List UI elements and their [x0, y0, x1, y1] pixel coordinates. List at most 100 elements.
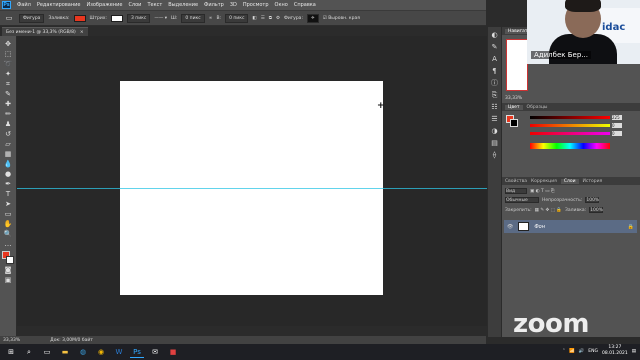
- navigator-thumbnail[interactable]: [506, 39, 528, 91]
- volume-icon[interactable]: 🔊: [579, 349, 585, 354]
- close-icon[interactable]: ×: [80, 30, 84, 35]
- magic-wand-icon[interactable]: ✦: [2, 69, 14, 79]
- other-app-icon[interactable]: ■: [166, 346, 180, 358]
- path-select-icon[interactable]: ➤: [2, 199, 14, 209]
- stroke-style-select[interactable]: —— ▾: [154, 16, 167, 21]
- menu-image[interactable]: Изображение: [86, 2, 122, 8]
- fill-swatch[interactable]: [73, 14, 86, 22]
- shape-tool-icon[interactable]: ▭: [3, 13, 15, 23]
- color-tab[interactable]: Цвет: [505, 104, 523, 110]
- color-swatches[interactable]: [2, 251, 14, 265]
- photoshop-taskbar-icon[interactable]: Ps: [130, 346, 144, 358]
- color-spectrum[interactable]: [530, 143, 610, 149]
- menu-view[interactable]: Просмотр: [243, 2, 269, 8]
- color-bg-swatch[interactable]: [510, 119, 518, 127]
- green-value[interactable]: 0: [612, 123, 622, 128]
- red-slider[interactable]: [530, 116, 610, 119]
- paths-icon[interactable]: ⟠: [490, 151, 499, 160]
- blue-value[interactable]: 0: [612, 131, 622, 136]
- green-slider[interactable]: [530, 124, 610, 127]
- width-input[interactable]: 0 пикс: [181, 13, 205, 23]
- chrome-icon[interactable]: ◉: [94, 346, 108, 358]
- network-icon[interactable]: 📶: [569, 349, 575, 354]
- tool-presets-icon[interactable]: ☷: [490, 103, 499, 112]
- info-panel-icon[interactable]: ⓘ: [490, 79, 499, 88]
- adjustments-tab[interactable]: Коррекция: [531, 179, 557, 184]
- hand-tool-icon[interactable]: ✋: [2, 219, 14, 229]
- eraser-tool-icon[interactable]: ▱: [2, 139, 14, 149]
- menu-select[interactable]: Выделение: [168, 2, 198, 8]
- align-edges-checkbox[interactable]: ☑ Выровн. края: [323, 16, 360, 21]
- stamp-tool-icon[interactable]: ♟: [2, 119, 14, 129]
- character-panel-icon[interactable]: A: [490, 55, 499, 64]
- history-brush-icon[interactable]: ↺: [2, 129, 14, 139]
- menu-3d[interactable]: 3D: [230, 2, 237, 8]
- crop-tool-icon[interactable]: ⌗: [2, 79, 14, 89]
- clone-source-icon[interactable]: ⎘: [490, 91, 499, 100]
- windows-start-icon[interactable]: ⊞: [4, 346, 18, 358]
- task-view-icon[interactable]: ▭: [40, 346, 54, 358]
- healing-brush-icon[interactable]: ✚: [2, 99, 14, 109]
- history-panel-icon[interactable]: ◐: [490, 31, 499, 40]
- menu-window[interactable]: Окно: [275, 2, 288, 8]
- properties-tab[interactable]: Свойства: [505, 179, 527, 184]
- navigator-zoom[interactable]: 33,33%: [505, 96, 522, 101]
- eyedropper-icon[interactable]: ✎: [2, 89, 14, 99]
- document-tab[interactable]: Без имени-1 @ 33,3% (RGB/8) ×: [2, 27, 88, 36]
- menu-edit[interactable]: Редактирование: [37, 2, 81, 8]
- move-tool-icon[interactable]: ✥: [2, 39, 14, 49]
- menu-file[interactable]: Файл: [17, 2, 31, 8]
- marquee-tool-icon[interactable]: ⬚: [2, 49, 14, 59]
- fill-opacity-input[interactable]: 100%: [589, 207, 604, 213]
- styles-icon[interactable]: ▤: [490, 139, 499, 148]
- brush-presets-icon[interactable]: ✎: [490, 43, 499, 52]
- pen-tool-icon[interactable]: ✒: [2, 179, 14, 189]
- zoom-tool-icon[interactable]: 🔍: [2, 229, 14, 239]
- menu-filter[interactable]: Фильтр: [204, 2, 224, 8]
- path-align-icon[interactable]: ☰: [261, 16, 265, 21]
- menu-type[interactable]: Текст: [147, 2, 162, 8]
- adjustments-icon[interactable]: ◑: [490, 127, 499, 136]
- more-tools-icon[interactable]: …: [2, 239, 14, 249]
- paragraph-panel-icon[interactable]: ¶: [490, 67, 499, 76]
- blue-slider[interactable]: [530, 132, 610, 135]
- search-icon[interactable]: ⌕: [22, 346, 36, 358]
- filter-icons[interactable]: ▣ ◐ T ▭ ⎘: [530, 188, 555, 194]
- stroke-swatch[interactable]: [110, 14, 123, 22]
- status-zoom[interactable]: 33,33%: [3, 338, 20, 343]
- lasso-tool-icon[interactable]: ➰: [2, 59, 14, 69]
- tray-arrow-icon[interactable]: ˄: [563, 349, 565, 354]
- stroke-width-input[interactable]: 3 пикс: [126, 13, 151, 23]
- language-indicator[interactable]: ENG: [588, 349, 598, 354]
- path-arrange-icon[interactable]: ⧉: [269, 15, 272, 21]
- lock-options[interactable]: ▦ ✎ ✥ ⬚ 🔒: [535, 208, 562, 213]
- gradient-tool-icon[interactable]: ▦: [2, 149, 14, 159]
- link-icon[interactable]: ∞: [209, 16, 213, 21]
- layer-row[interactable]: 👁 Фон 🔒: [504, 220, 637, 233]
- red-value[interactable]: 225: [612, 115, 622, 120]
- notifications-icon[interactable]: ▤: [632, 349, 636, 354]
- screen-mode-icon[interactable]: ▣: [2, 275, 14, 285]
- eye-icon[interactable]: 👁: [507, 224, 513, 230]
- background-color[interactable]: [6, 256, 14, 264]
- word-icon[interactable]: W: [112, 346, 126, 358]
- swatches-tab[interactable]: Образцы: [527, 105, 548, 110]
- gear-icon[interactable]: ⚙: [276, 16, 280, 21]
- path-ops-icon[interactable]: ◧: [252, 16, 256, 21]
- clock[interactable]: 13:27 08.01.2021: [602, 345, 628, 357]
- blur-tool-icon[interactable]: 💧: [2, 159, 14, 169]
- opacity-input[interactable]: 100%: [585, 197, 600, 203]
- shape-mode-select[interactable]: Фигура: [19, 13, 45, 23]
- layer-kind-select[interactable]: Вид: [505, 188, 527, 194]
- brush-tool-icon[interactable]: ✏: [2, 109, 14, 119]
- blend-mode-select[interactable]: Обычные: [505, 197, 539, 203]
- history-tab[interactable]: История: [583, 179, 603, 184]
- mail-icon[interactable]: ✉: [148, 346, 162, 358]
- custom-shape-picker[interactable]: ✈: [306, 13, 319, 23]
- height-input[interactable]: 0 пикс: [225, 13, 249, 23]
- menu-layers[interactable]: Слои: [128, 2, 141, 8]
- file-explorer-icon[interactable]: ▬: [58, 346, 72, 358]
- type-tool-icon[interactable]: T: [2, 189, 14, 199]
- shape-tool-panel-icon[interactable]: ▭: [2, 209, 14, 219]
- layer-name[interactable]: Фон: [534, 224, 545, 230]
